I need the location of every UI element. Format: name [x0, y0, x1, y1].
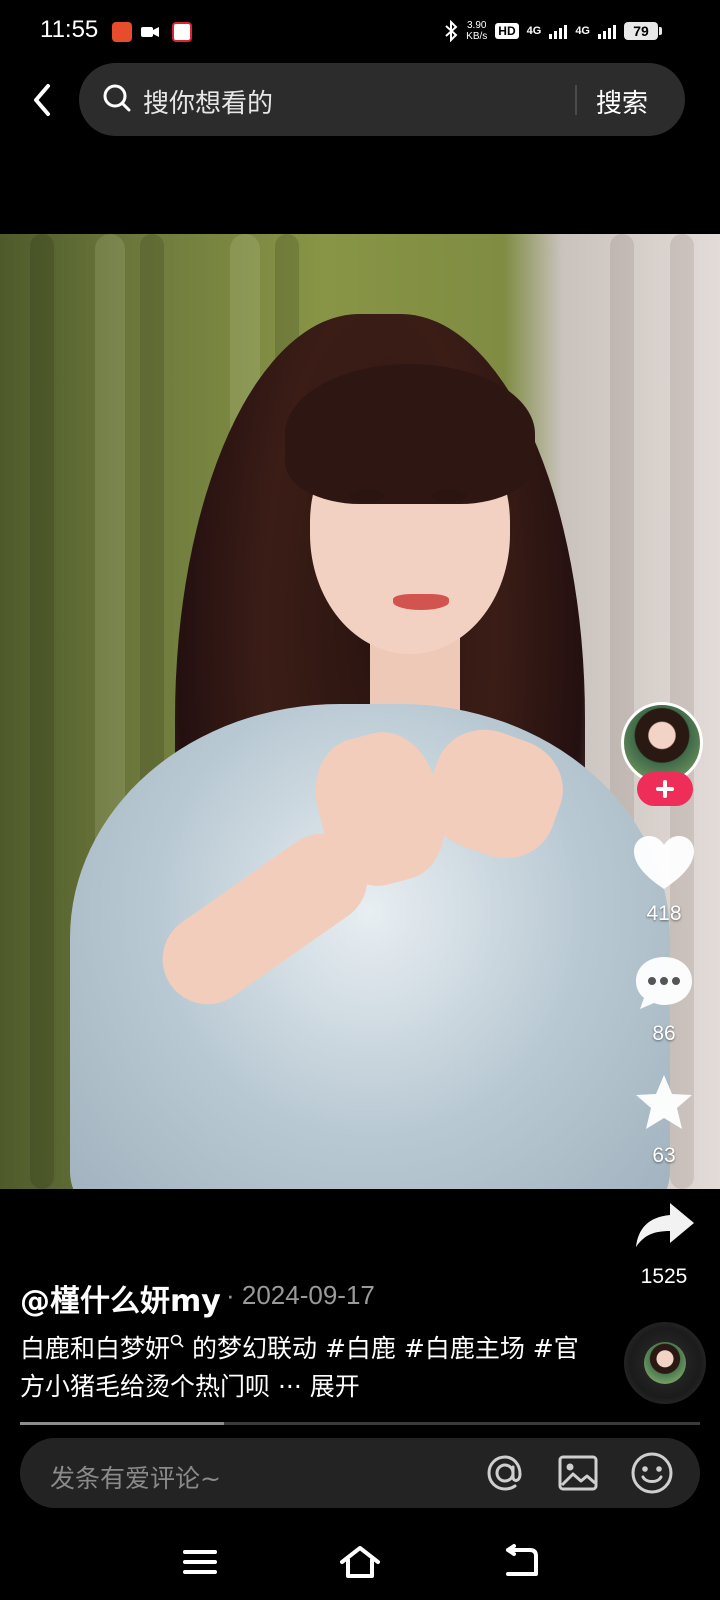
battery-indicator: 79	[624, 22, 662, 40]
home-icon[interactable]	[336, 1540, 384, 1584]
search-icon	[103, 84, 131, 112]
favorite-count: 63	[652, 1144, 676, 1167]
search-button[interactable]: 搜索	[596, 83, 648, 120]
video-subject-lips	[393, 594, 449, 610]
search-input[interactable]: 搜你想看的	[143, 83, 273, 120]
comment-count: 86	[652, 1022, 676, 1045]
like-heart-icon[interactable]	[630, 833, 698, 893]
back-icon[interactable]	[496, 1540, 544, 1584]
bluetooth-icon	[445, 20, 458, 42]
back-arrow-icon[interactable]	[18, 74, 66, 126]
post-date: · 2024-09-17	[226, 1280, 375, 1310]
video-subject-eye	[432, 490, 466, 502]
video-camera-icon	[141, 27, 159, 37]
expand-caption-button[interactable]: 展开	[310, 1372, 360, 1401]
status-time: 11:55	[40, 16, 99, 43]
video-subject-eye	[350, 490, 384, 502]
music-disc-cover	[644, 1342, 686, 1384]
curtain-fold	[30, 234, 54, 1189]
caption-text: 的梦幻联动	[192, 1334, 318, 1363]
comment-input[interactable]: 发条有爱评论~	[50, 1459, 221, 1495]
video-subject-bangs	[285, 364, 535, 504]
video-progress-bar[interactable]	[20, 1422, 700, 1425]
post-caption: 白鹿和白梦妍 的梦幻联动 #白鹿 #白鹿主场 #官方小猪毛给烫个热门呗 ··· 展…	[20, 1330, 580, 1406]
signal-bars-1-icon	[549, 23, 568, 39]
status-indicators: 3.90 KB/s HD 4G 4G 79	[444, 20, 662, 42]
music-disc[interactable]	[624, 1322, 706, 1404]
net-speed-value: 3.90	[466, 20, 487, 31]
app-notification-icon	[112, 22, 132, 42]
video-progress-fill	[20, 1422, 224, 1425]
signal-bars-2-icon	[598, 23, 616, 39]
favorite-star-icon[interactable]	[630, 1073, 698, 1133]
comment-bar[interactable]: 发条有爱评论~	[20, 1438, 700, 1508]
hashtag[interactable]: #白鹿	[325, 1334, 396, 1363]
hd-badge: HD	[495, 23, 519, 39]
search-divider	[575, 85, 577, 115]
search-bar[interactable]: 搜你想看的 搜索	[79, 63, 685, 136]
caption-search-icon[interactable]	[170, 1334, 184, 1348]
image-picker-icon[interactable]	[555, 1450, 601, 1496]
share-count: 1525	[640, 1265, 688, 1288]
comment-bubble-icon[interactable]	[630, 953, 698, 1013]
app-badge-icon	[172, 22, 192, 42]
like-count: 418	[646, 902, 682, 925]
hashtag[interactable]: #白鹿主场	[404, 1334, 525, 1363]
net-speed: 3.90 KB/s	[466, 20, 487, 42]
share-arrow-icon[interactable]	[630, 1197, 698, 1257]
caption-text: 白鹿和白梦妍	[20, 1334, 171, 1363]
network-type-2: 4G	[575, 25, 590, 37]
net-speed-unit: KB/s	[466, 31, 488, 42]
menu-icon[interactable]	[176, 1540, 224, 1584]
network-type-1: 4G	[526, 25, 542, 37]
status-bar: 11:55 3.90 KB/s HD 4G 4G 79	[0, 0, 720, 64]
emoji-icon[interactable]	[629, 1450, 675, 1496]
mention-at-icon[interactable]	[482, 1450, 528, 1496]
author-name[interactable]: @槿什么妍my	[20, 1276, 221, 1320]
follow-button[interactable]	[637, 772, 693, 806]
caption-ellipsis: ···	[277, 1372, 302, 1401]
